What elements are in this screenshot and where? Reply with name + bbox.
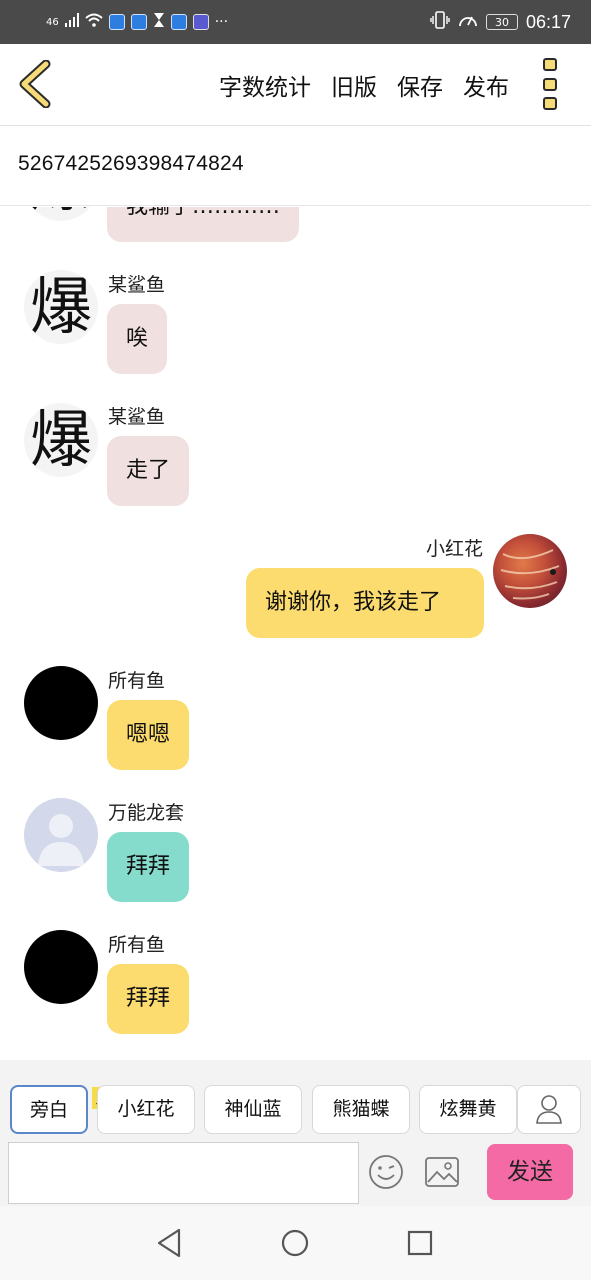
network-label: 46 [46, 16, 59, 28]
message-input[interactable] [8, 1142, 359, 1204]
more-vertical-icon[interactable] [543, 58, 561, 110]
app-notification-icon [108, 14, 125, 30]
signal-icon [64, 13, 79, 31]
status-bar: 46 ··· 30 06:17 [0, 0, 591, 44]
sender-name: 所有鱼 [108, 934, 166, 956]
home-circle-icon[interactable] [278, 1226, 312, 1260]
sender-name: 某鲨鱼 [108, 274, 166, 296]
save-button[interactable]: 保存 [397, 68, 443, 102]
app-notification-icon [130, 14, 147, 30]
publish-button[interactable]: 发布 [463, 68, 509, 102]
avatar[interactable]: 爆 [24, 270, 98, 344]
avatar[interactable]: 爆 [24, 403, 98, 477]
hourglass-icon [153, 12, 165, 32]
role-xuanwuhuang[interactable]: 炫舞黄 [419, 1085, 517, 1134]
sender-name: 某鲨鱼 [108, 406, 166, 428]
message-bubble[interactable]: 谢谢你，我该走了 [246, 568, 484, 638]
sender-name: 所有鱼 [108, 670, 166, 692]
avatar[interactable]: 爆 [24, 207, 98, 221]
clock: 06:17 [525, 11, 571, 32]
music-icon [192, 14, 209, 30]
message-bubble[interactable]: 我输了………… [107, 207, 300, 242]
more-notifications-label: ··· [214, 14, 229, 30]
image-icon[interactable] [424, 1156, 460, 1188]
word-count-button[interactable]: 字数统计 [219, 68, 311, 102]
role-xiongmaodie[interactable]: 熊猫蝶 [312, 1085, 410, 1134]
top-toolbar: 字数统计 旧版 保存 发布 [0, 44, 591, 126]
sender-name: 小红花 [425, 538, 483, 560]
message-bubble[interactable]: 拜拜 [107, 964, 190, 1034]
avatar[interactable] [24, 666, 98, 740]
recents-square-icon[interactable] [403, 1226, 437, 1260]
message-bubble[interactable]: 走了 [107, 436, 190, 506]
message-bubble[interactable]: 嗯嗯 [107, 700, 190, 770]
status-left: 46 ··· [46, 10, 228, 34]
back-triangle-icon[interactable] [153, 1226, 187, 1260]
role-selector: 旁白 主 小红花 神仙蓝 熊猫蝶 炫舞黄 [0, 1060, 591, 1140]
vibrate-icon [430, 11, 450, 33]
send-button[interactable]: 发送 [487, 1144, 573, 1200]
role-shenxianlan[interactable]: 神仙蓝 [204, 1085, 302, 1134]
wifi-icon [85, 13, 103, 31]
sender-name: 万能龙套 [108, 802, 185, 824]
speed-icon [458, 11, 478, 33]
old-version-button[interactable]: 旧版 [331, 68, 377, 102]
status-right: 30 06:17 [430, 8, 571, 36]
message-bubble[interactable]: 唉 [107, 304, 168, 374]
avatar[interactable] [493, 534, 567, 608]
system-nav-bar [0, 1206, 591, 1280]
chevron-left-icon[interactable] [16, 59, 56, 109]
title-row[interactable]: 5267425269398474824 [0, 126, 591, 206]
message-bubble[interactable]: 拜拜 [107, 832, 190, 902]
avatar[interactable] [24, 930, 98, 1004]
role-xiaohonghua[interactable]: 小红花 [97, 1085, 195, 1134]
app-notification-icon [170, 14, 187, 30]
role-narrator[interactable]: 旁白 [10, 1085, 88, 1134]
avatar[interactable] [24, 798, 98, 872]
emoji-icon[interactable] [368, 1154, 404, 1190]
person-icon [536, 1095, 562, 1124]
document-title[interactable]: 5267425269398474824 [18, 152, 244, 176]
composer: 发送 [0, 1140, 591, 1206]
chat-area[interactable]: 爆 我输了………… 爆 某鲨鱼 唉 爆 某鲨鱼 走了 小红花 谢谢你，我该走了 … [0, 207, 591, 1060]
toolbar-actions: 字数统计 旧版 保存 发布 [219, 44, 509, 126]
add-role-button[interactable] [517, 1085, 581, 1134]
battery-icon: 30 [485, 14, 518, 30]
